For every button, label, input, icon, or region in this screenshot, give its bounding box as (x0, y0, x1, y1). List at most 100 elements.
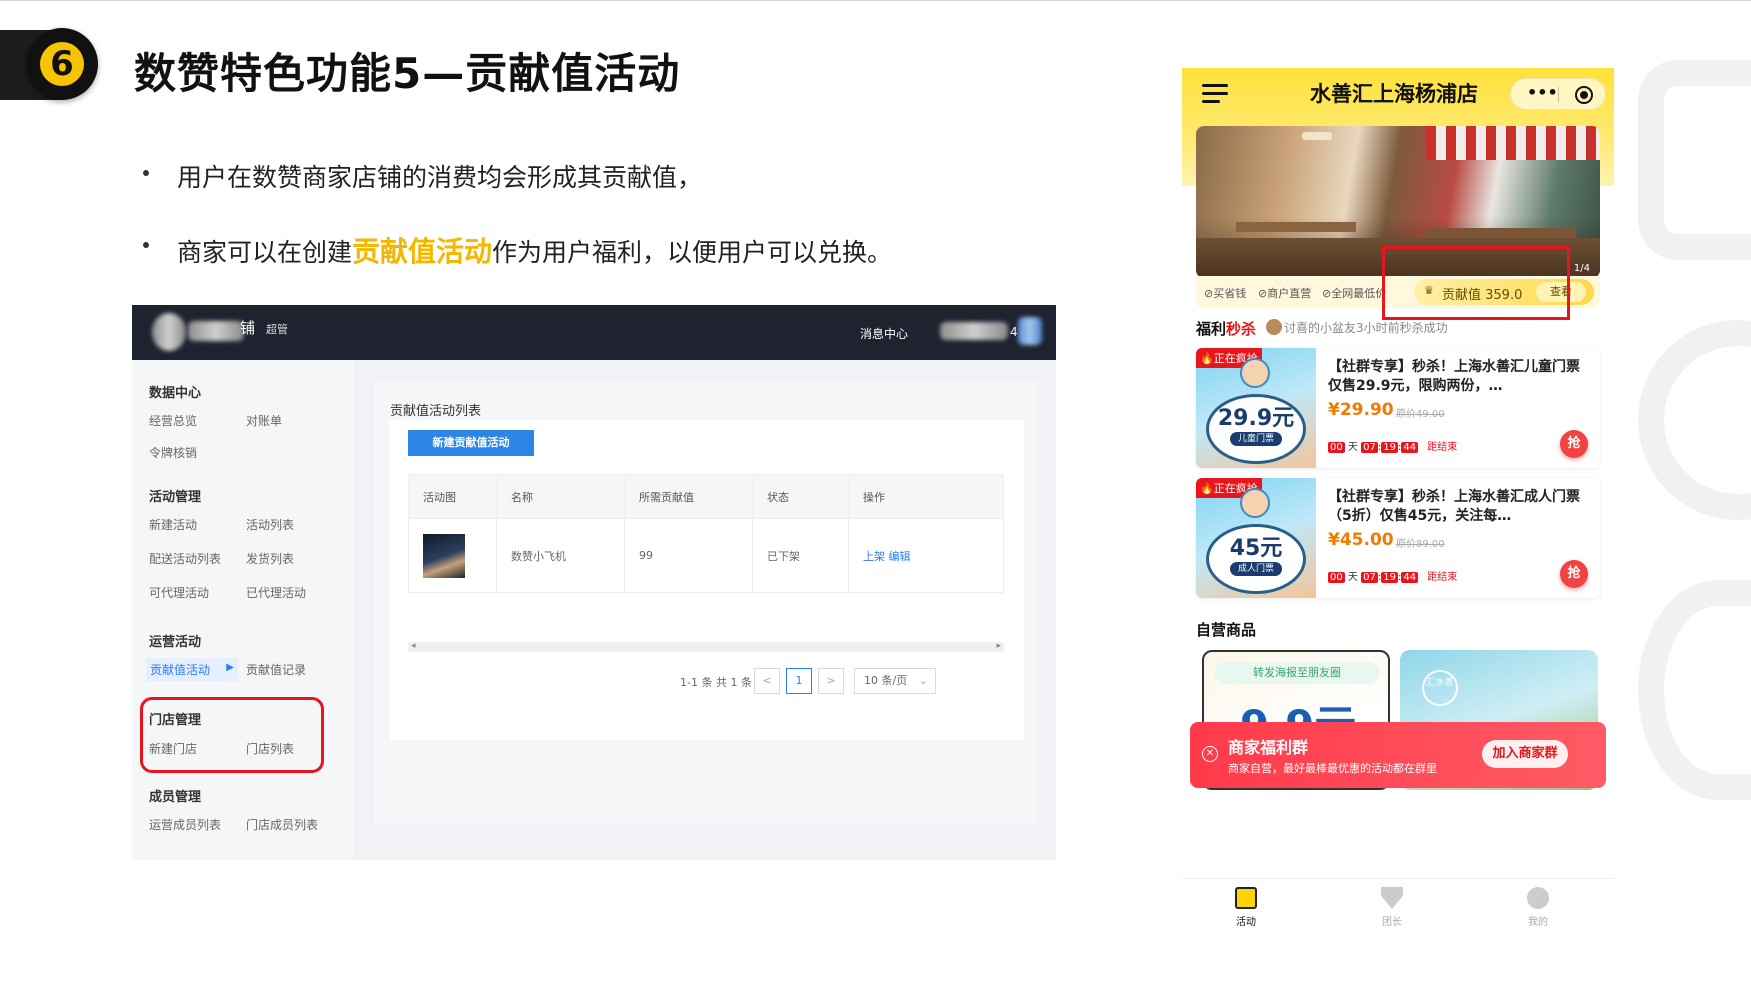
deal-title: 【社群专享】秒杀！上海水善汇成人门票（5折）仅售45元，关注每… (1328, 489, 1580, 524)
lamp (1302, 132, 1332, 140)
tab-activity[interactable]: 活动 (1216, 887, 1276, 928)
prev-page-button[interactable]: < (754, 668, 780, 694)
page-title: 数赞特色功能5—贡献值活动 (134, 49, 681, 98)
col-required: 所需贡献值 (624, 474, 753, 519)
miniprogram-capsule: ••• (1510, 78, 1606, 110)
horizontal-scrollbar[interactable]: ◂ ▸ (408, 641, 1004, 652)
sidebar-item-ops-members[interactable]: 运营成员列表 (149, 816, 221, 833)
close-icon[interactable]: ✕ (1202, 746, 1218, 762)
mobile-screen: 水善汇上海杨浦店 ••• 1/4 ⊘买省钱 ⊘商户直营 ⊘全网最低价 ♛ 贡献值… (1182, 68, 1614, 952)
shop-name: 铺 (240, 319, 256, 337)
table-header-row: 活动图 名称 所需贡献值 状态 操作 (408, 474, 1004, 519)
shield-icon (1381, 887, 1403, 909)
publish-link[interactable]: 上架 (863, 550, 885, 563)
deal-price: ¥45.00 (1328, 530, 1394, 550)
image-tag: 成人门票 (1230, 562, 1282, 576)
join-group-button[interactable]: 加入商家群 (1482, 740, 1568, 768)
menu-icon[interactable] (1202, 84, 1228, 108)
tab-leader[interactable]: 团长 (1362, 887, 1422, 928)
edit-link[interactable]: 编辑 (889, 550, 911, 563)
shop-name-blurred (188, 321, 244, 341)
next-page-button[interactable]: > (818, 668, 844, 694)
tab-label: 我的 (1528, 917, 1548, 928)
sidebar-item-store-list[interactable]: 门店列表 (246, 740, 294, 757)
more-icon[interactable]: ••• (1527, 83, 1558, 102)
adult-illustration (1240, 488, 1270, 518)
feature-save-money: ⊘买省钱 (1204, 287, 1247, 300)
watermark (1638, 60, 1751, 940)
awning (1426, 126, 1600, 160)
sidebar-group-member-management: 成员管理 (149, 790, 202, 805)
cd-days: 00 (1328, 572, 1345, 583)
sidebar-item-overview[interactable]: 经营总览 (149, 412, 197, 429)
sidebar-item-new-activity[interactable]: 新建活动 (149, 516, 197, 533)
flash-sale-note: 讨喜的小盆友3小时前秒杀成功 (1284, 321, 1448, 335)
bullet-text: 商家可以在创建贡献值活动作为用户福利，以便用户可以兑换。 (177, 230, 892, 270)
cell-required: 99 (624, 518, 753, 593)
sidebar-item-contribution-records[interactable]: 贡献值记录 (246, 661, 306, 678)
share-poster-label: 转发海报至朋友圈 (1214, 662, 1380, 684)
cd-days: 00 (1328, 442, 1345, 453)
sidebar-item-new-store[interactable]: 新建门店 (149, 740, 197, 757)
sidebar-item-activity-list[interactable]: 活动列表 (246, 516, 294, 533)
grab-button[interactable]: 抢 (1560, 430, 1588, 458)
merchant-group-banner: ✕ 商家福利群 商家自营，最好最棒最优惠的活动都在群里 加入商家群 (1190, 722, 1606, 788)
feature-direct: ⊘商户直营 (1258, 287, 1312, 300)
countdown: 00 天 07:19:44 距结束 (1328, 442, 1458, 453)
bullet-dot (143, 170, 149, 176)
deal-card[interactable]: 🔥正在疯抢 29.9元 儿童门票 【社群专享】秒杀！上海水善汇儿童门票仅售29.… (1196, 348, 1600, 468)
cell-actions: 上架 编辑 (848, 518, 1004, 593)
new-contribution-activity-button[interactable]: 新建贡献值活动 (408, 430, 534, 456)
sidebar-item-shipping-list[interactable]: 发货列表 (246, 550, 294, 567)
pagination-total: 1-1 条 共 1 条 (680, 676, 752, 689)
list-card: 新建贡献值活动 活动图 名称 所需贡献值 状态 操作 数赞小飞机 99 已下架 … (390, 420, 1024, 740)
close-target-icon[interactable] (1575, 86, 1593, 104)
bullet-highlight: 贡献值活动 (352, 235, 493, 268)
col-status: 状态 (752, 474, 849, 519)
sidebar-item-delivery-activity-list[interactable]: 配送活动列表 (149, 550, 221, 567)
sidebar-item-token-verify[interactable]: 令牌核销 (149, 444, 197, 461)
deal-title: 【社群专享】秒杀！上海水善汇儿童门票仅售29.9元，限购两份，… (1328, 359, 1580, 394)
activity-thumbnail[interactable] (423, 533, 465, 578)
sidebar-group-activity-management: 活动管理 (149, 490, 202, 505)
sidebar-item-agency-available[interactable]: 可代理活动 (149, 584, 209, 601)
bullet-dot (143, 242, 149, 248)
scroll-left-icon[interactable]: ◂ (411, 641, 416, 651)
brand-stamp: 汇水善 (1422, 670, 1458, 706)
cd-end-label: 距结束 (1427, 572, 1458, 583)
cd-hours: 07 (1361, 572, 1378, 583)
chevron-down-icon: ⌄ (918, 674, 928, 687)
tab-label: 活动 (1236, 917, 1256, 928)
deal-original-price: 原价49.00 (1396, 409, 1445, 420)
scroll-right-icon[interactable]: ▸ (996, 641, 1001, 651)
col-actions: 操作 (848, 474, 1004, 519)
sidebar-item-store-members[interactable]: 门店成员列表 (246, 816, 318, 833)
avatar-blurred (152, 313, 186, 351)
tab-me[interactable]: 我的 (1508, 887, 1568, 928)
image-tag: 儿童门票 (1230, 432, 1282, 446)
bullet-text-pre: 商家可以在创建 (177, 238, 353, 267)
highlight-box (1382, 246, 1570, 320)
cd-day-label: 天 (1347, 572, 1358, 583)
message-center-link[interactable]: 消息中心 (860, 325, 908, 342)
banner-title: 商家福利群 (1228, 738, 1309, 757)
activity-table: 活动图 名称 所需贡献值 状态 操作 数赞小飞机 99 已下架 上架 编辑 (408, 474, 1004, 593)
deal-card[interactable]: 🔥正在疯抢 45元 成人门票 【社群专享】秒杀！上海水善汇成人门票（5折）仅售4… (1196, 478, 1600, 598)
page-1-button[interactable]: 1 (786, 668, 812, 694)
page-size-select[interactable]: 10 条/页 ⌄ (854, 668, 936, 694)
watermark-shape (1638, 580, 1751, 800)
cell-image (408, 518, 497, 593)
admin-panel: 铺 超管 消息中心 4 数据中心 经营总览 对账单 令牌核销 活动管理 新建活动… (132, 305, 1056, 860)
bullet-text-post: 作为用户福利，以便用户可以兑换。 (492, 238, 893, 267)
sidebar-item-contribution-activity[interactable]: 贡献值活动 ▶ (146, 658, 238, 681)
page-size-value: 10 条/页 (864, 674, 908, 687)
countdown: 00 天 07:19:44 距结束 (1328, 572, 1458, 583)
grab-button[interactable]: 抢 (1560, 560, 1588, 588)
user-avatar[interactable] (1018, 317, 1042, 345)
sidebar-item-statement[interactable]: 对账单 (246, 412, 282, 429)
gift-icon (1235, 887, 1257, 909)
sidebar-item-agency-done[interactable]: 已代理活动 (246, 584, 306, 601)
cd-hours: 07 (1361, 442, 1378, 453)
sidebar-group-data-center: 数据中心 (149, 386, 202, 401)
banner-subtitle: 商家自营，最好最棒最优惠的活动都在群里 (1228, 762, 1437, 775)
